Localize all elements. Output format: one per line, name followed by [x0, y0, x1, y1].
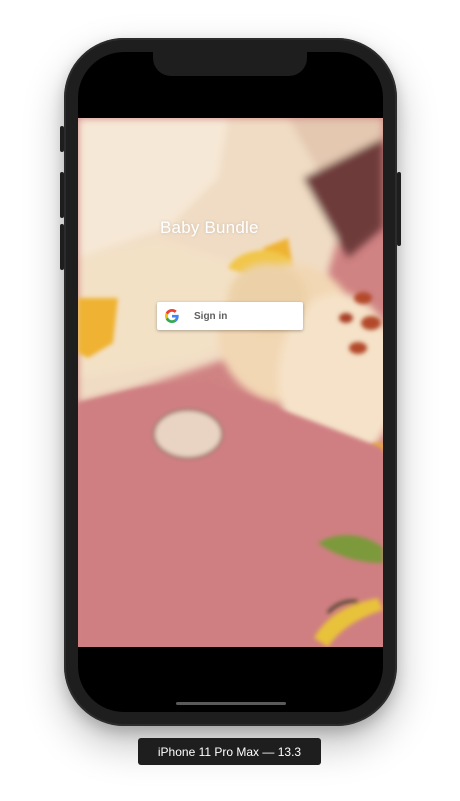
silent-switch	[60, 126, 64, 152]
background-image	[78, 118, 383, 647]
notch	[153, 52, 307, 76]
signin-label: Sign in	[194, 310, 228, 322]
google-g-icon	[165, 309, 179, 323]
device-frame: Baby Bundle Sign in	[60, 38, 401, 726]
power-button	[397, 172, 401, 246]
home-indicator[interactable]	[176, 702, 286, 705]
background-video	[78, 118, 383, 647]
simulator-device-label: iPhone 11 Pro Max — 13.3	[138, 738, 321, 765]
volume-up-button	[60, 172, 64, 218]
volume-down-button	[60, 224, 64, 270]
app-title: Baby Bundle	[160, 218, 259, 237]
device-screen: Baby Bundle Sign in	[78, 52, 383, 712]
google-signin-button[interactable]: Sign in	[157, 302, 303, 330]
